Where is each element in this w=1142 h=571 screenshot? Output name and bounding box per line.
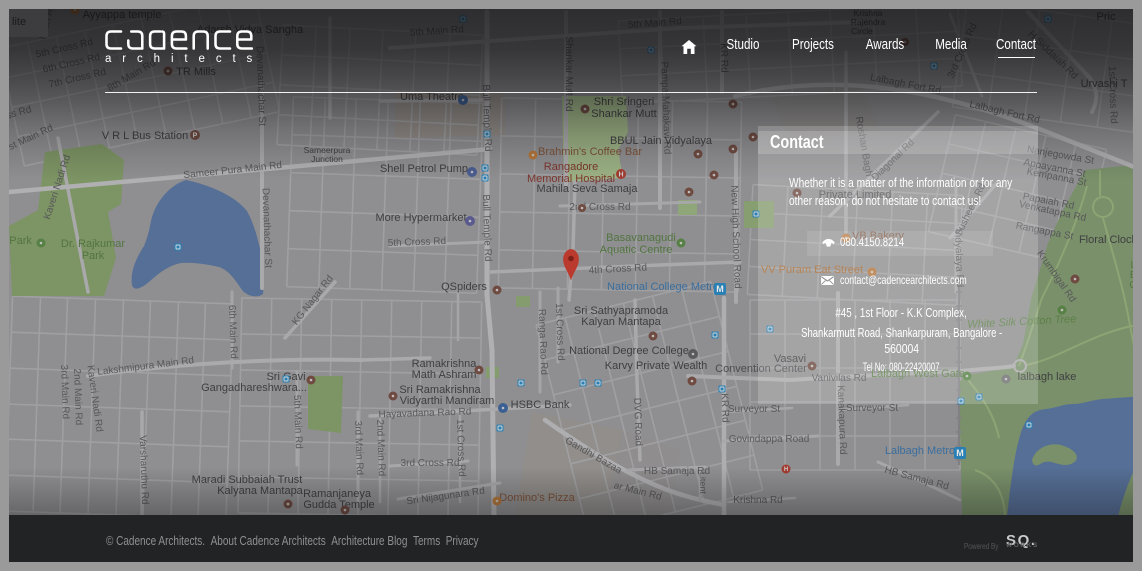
svg-text:HSBC Bank: HSBC Bank <box>511 399 570 411</box>
svg-text:DVG Road: DVG Road <box>631 398 644 447</box>
svg-text:More Hypermarket: More Hypermarket <box>375 212 466 224</box>
svg-text:Ranga Rao Rd: Ranga Rao Rd <box>536 309 549 375</box>
svg-text:Vidyarthi Mandiram: Vidyarthi Mandiram <box>400 395 495 407</box>
svg-text:3rd Main Rd: 3rd Main Rd <box>58 365 71 420</box>
svg-text:Dr. Rajkumar: Dr. Rajkumar <box>61 238 126 250</box>
svg-text:Govindappa Road: Govindappa Road <box>729 434 810 445</box>
svg-text:Surveyor St: Surveyor St <box>728 404 780 415</box>
svg-text:Kalyan Mantapa: Kalyan Mantapa <box>581 316 661 328</box>
svg-text:5th Cross Rd: 5th Cross Rd <box>388 236 447 249</box>
svg-text:e Park: e Park <box>9 235 32 247</box>
svg-text:Math Ashram: Math Ashram <box>412 369 477 381</box>
svg-text:5th Main Rd: 5th Main Rd <box>291 395 304 449</box>
svg-text:Ga: Ga <box>1129 280 1133 291</box>
svg-text:QSpiders: QSpiders <box>441 281 487 293</box>
svg-text:Gangadhareshwara...: Gangadhareshwara... <box>201 382 307 394</box>
svg-text:Basavanagudi: Basavanagudi <box>606 232 676 244</box>
svg-text:Bull Temple Rd: Bull Temple Rd <box>480 194 493 261</box>
svg-text:Karvy Private Wealth: Karvy Private Wealth <box>605 360 708 372</box>
svg-text:2nd Main Rd: 2nd Main Rd <box>71 368 84 425</box>
svg-text:Floral Clock: Floral Clock <box>1079 234 1133 246</box>
svg-text:Surveyor St: Surveyor St <box>846 403 898 414</box>
svg-text:KR Rd: KR Rd <box>718 393 730 423</box>
svg-text:Park: Park <box>82 250 105 262</box>
svg-text:Aquatic Centre: Aquatic Centre <box>600 244 673 256</box>
svg-text:Lalbagh Metro: Lalbagh Metro <box>885 445 955 457</box>
svg-text:National Degree College: National Degree College <box>569 345 689 357</box>
svg-text:1st Cross Rd: 1st Cross Rd <box>553 303 566 361</box>
svg-text:M: M <box>716 284 724 294</box>
svg-text:M: M <box>956 448 964 458</box>
svg-text:Mahila Seva Samaja: Mahila Seva Samaja <box>537 183 639 195</box>
svg-text:6th Main Rd: 6th Main Rd <box>226 305 239 359</box>
svg-text:National College Metro: National College Metro <box>607 281 719 293</box>
